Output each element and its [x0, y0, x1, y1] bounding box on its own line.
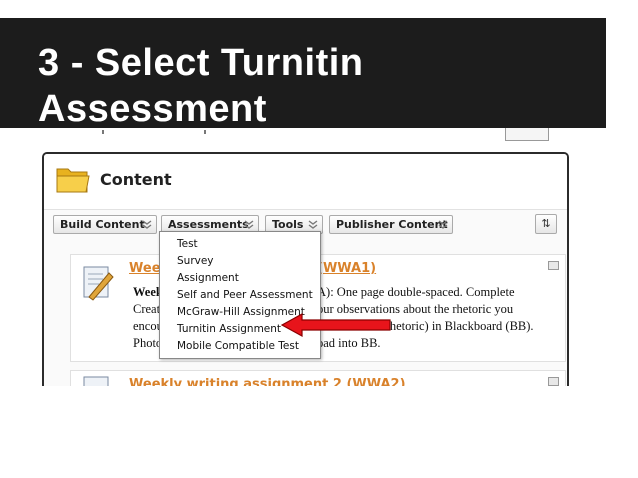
sort-icon[interactable]: ⇅	[535, 214, 557, 234]
assignment-icon	[83, 266, 114, 301]
red-arrow-icon	[280, 312, 391, 338]
panel-header: Content	[44, 154, 567, 210]
cropped-button-edge	[505, 128, 549, 141]
menu-item-survey[interactable]: Survey	[177, 255, 214, 267]
slide-title: 3 - Select Turnitin Assessment	[38, 40, 598, 132]
item-body-right-3: a rhetoric) in Blackboard (BB).	[377, 319, 534, 333]
menu-item-test[interactable]: Test	[177, 238, 198, 250]
chevron-down-icon	[438, 220, 448, 229]
menu-item-turnitin-assignment[interactable]: Turnitin Assignment	[177, 323, 281, 335]
item-body-left-2: Creat	[133, 302, 161, 316]
assignment-icon	[83, 376, 109, 386]
chevron-down-icon	[308, 220, 318, 229]
collapse-icon[interactable]	[548, 261, 559, 270]
content-item: Weekly writing assignment 2 (WWA2)	[70, 370, 566, 386]
build-content-button[interactable]: Build Content	[53, 215, 157, 234]
tools-label: Tools	[272, 218, 304, 231]
folder-icon	[56, 168, 90, 193]
menu-item-assignment[interactable]: Assignment	[177, 272, 239, 284]
item-link-end[interactable]: (WWA1)	[317, 261, 376, 276]
publisher-content-button[interactable]: Publisher Content	[329, 215, 453, 234]
menu-item-self-peer-assessment[interactable]: Self and Peer Assessment	[177, 289, 313, 301]
slide-title-line-2: Assessment	[38, 88, 267, 130]
slide-title-bar: 3 - Select Turnitin Assessment	[0, 18, 606, 130]
item-link[interactable]: Weekly writing assignment 2 (WWA2)	[129, 377, 406, 386]
collapse-icon[interactable]	[548, 377, 559, 386]
item-body-left-4: Photo	[133, 336, 163, 350]
chevron-down-icon	[244, 220, 254, 229]
slide-title-line-1: 3 - Select Turnitin	[38, 42, 364, 84]
publisher-content-label: Publisher Content	[336, 218, 448, 231]
item-body-right-4: oad into BB.	[317, 336, 381, 350]
assessments-label: Assessments	[168, 218, 249, 231]
content-panel: Content Build Content Assessments Tools …	[42, 152, 569, 386]
assessments-menu: Test Survey Assignment Self and Peer Ass…	[159, 231, 321, 359]
item-body-right-1: A): One page double-spaced. Complete	[317, 285, 515, 299]
build-content-label: Build Content	[60, 218, 145, 231]
chevron-down-icon	[142, 220, 152, 229]
panel-title: Content	[100, 170, 172, 189]
menu-item-mobile-compatible-test[interactable]: Mobile Compatible Test	[177, 340, 299, 352]
cropped-edge	[100, 128, 560, 142]
